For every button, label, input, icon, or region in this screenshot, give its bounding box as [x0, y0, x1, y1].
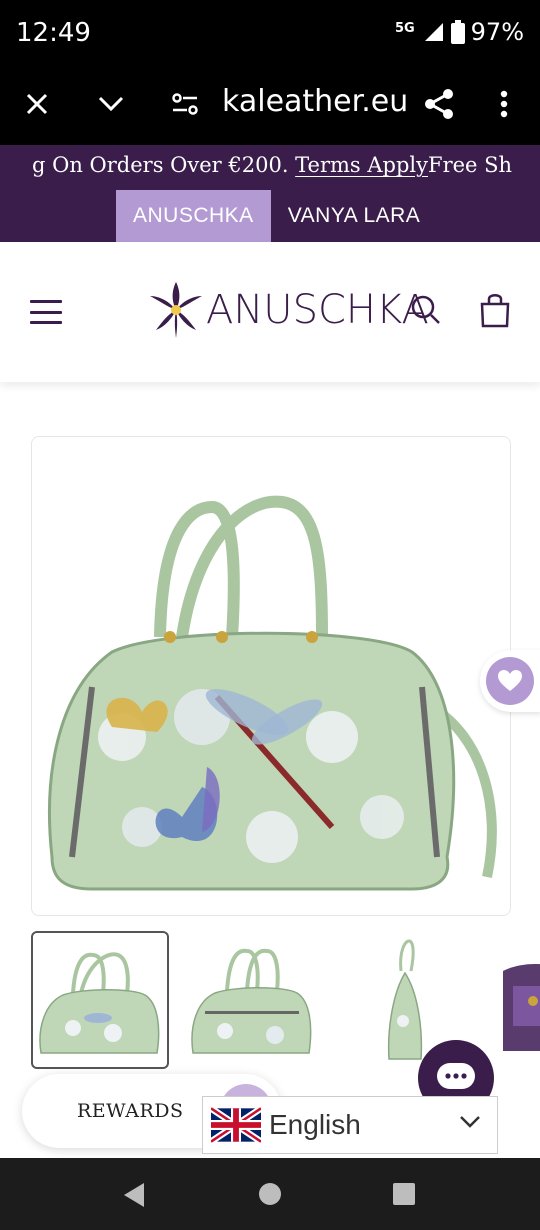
logo[interactable]: ANUSCHKA — [150, 282, 429, 338]
product-image-card[interactable] — [31, 436, 511, 916]
status-indicators: 5G 97% — [395, 18, 524, 46]
back-icon[interactable] — [122, 1182, 146, 1208]
language-label: English — [269, 1109, 361, 1140]
thumbnail-2[interactable] — [185, 931, 323, 1069]
heart-icon — [498, 670, 522, 691]
network-type: 5G — [394, 21, 415, 36]
bag-icon[interactable] — [480, 292, 510, 333]
close-icon[interactable] — [22, 84, 52, 124]
menu-icon[interactable] — [30, 300, 62, 324]
recents-icon[interactable] — [392, 1182, 416, 1206]
rewards-label: REWARDS — [77, 1100, 184, 1122]
url-field[interactable]: kaleather.eu — [222, 84, 408, 119]
uk-flag-icon — [211, 1107, 261, 1143]
tab-anuschka[interactable]: ANUSCHKA — [116, 190, 271, 242]
wishlist-button[interactable] — [480, 650, 540, 712]
battery-level: 97% — [470, 18, 524, 46]
signal-icon — [424, 23, 443, 41]
home-icon[interactable] — [258, 1182, 282, 1206]
status-bar: 12:49 5G 97% — [0, 0, 540, 66]
site-header: ANUSCHKA — [0, 242, 540, 382]
chevron-down-icon — [460, 1116, 480, 1128]
share-icon[interactable] — [422, 84, 456, 124]
thumbnail-1[interactable] — [31, 931, 169, 1069]
brand-tabs: ANUSCHKA VANYA LARA — [116, 190, 437, 242]
wishlist-circle — [486, 657, 534, 705]
flower-logo-icon — [150, 282, 202, 338]
promo-marquee: g On Orders Over €200. Terms ApplyFree S… — [32, 153, 512, 177]
site-settings-icon[interactable] — [170, 84, 200, 124]
terms-link[interactable]: Terms Apply — [295, 153, 428, 177]
thumbnail-4[interactable] — [493, 931, 540, 1069]
chat-bubble-icon — [437, 1063, 475, 1089]
logo-text: ANUSCHKA — [206, 287, 429, 333]
chevron-down-icon[interactable] — [96, 84, 126, 124]
more-vert-icon[interactable] — [496, 84, 512, 124]
promo-text-before: g On Orders Over €200. — [32, 153, 296, 177]
search-icon[interactable] — [410, 294, 442, 331]
product-handbag-image — [48, 495, 497, 891]
tab-vanya-lara[interactable]: VANYA LARA — [271, 190, 438, 242]
status-time: 12:49 — [16, 18, 91, 48]
promo-text-after: Free Shipping — [428, 153, 512, 177]
system-nav-bar — [0, 1158, 540, 1230]
language-selector[interactable]: English — [202, 1096, 498, 1154]
battery-icon — [450, 20, 465, 44]
browser-toolbar: kaleather.eu — [0, 66, 540, 145]
